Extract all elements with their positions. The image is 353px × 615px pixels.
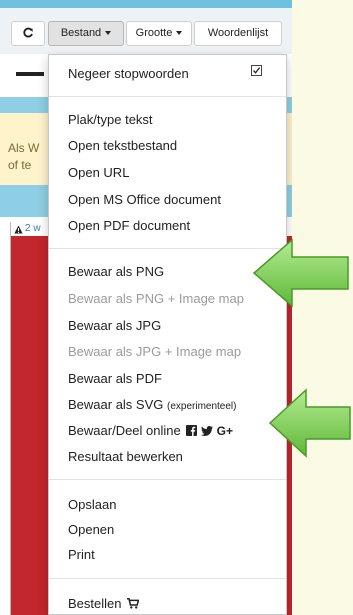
menu-item-bewaar-jpg[interactable]: Bewaar als JPG [68,318,161,333]
menu-item-bestellen[interactable]: Bestellen [68,596,140,611]
warning-icon [14,225,23,234]
woordenlijst-label: Woordenlijst [207,27,269,39]
menu-divider [49,479,286,480]
grootte-menu-button[interactable]: Grootte [126,21,192,46]
menu-item-open-ms-office[interactable]: Open MS Office document [68,192,221,207]
menu-item-bewaar-png-imagemap: Bewaar als PNG + Image map [68,291,244,306]
grootte-label: Grootte [135,27,173,39]
menu-item-bewaar-svg[interactable]: Bewaar als SVG (experimenteel) [68,397,236,414]
menu-divider [49,96,286,97]
collapsed-bar-indicator [16,72,44,76]
refresh-icon [23,27,33,38]
menu-item-open-tekstbestand[interactable]: Open tekstbestand [68,138,177,153]
menu-item-resultaat-bewerken[interactable]: Resultaat bewerken [68,449,183,464]
menu-item-bewaar-deel-online[interactable]: Bewaar/Deel online G+ [68,423,233,439]
menu-item-opslaan[interactable]: Opslaan [68,497,116,512]
bestellen-label: Bestellen [68,596,122,611]
menu-divider [49,248,286,249]
svg-experimental-note: (experimenteel) [167,401,237,412]
notice-line-1: Als W [8,141,40,155]
refresh-button[interactable] [11,21,45,46]
stopwoorden-checkbox[interactable] [251,65,262,76]
top-strip [0,0,292,8]
chevron-down-icon [176,31,183,36]
facebook-icon [186,425,198,436]
stopwoorden-label: Negeer stopwoorden [68,66,189,81]
menu-item-plak-type-tekst[interactable]: Plak/type tekst [68,112,153,127]
online-label: Bewaar/Deel online [68,423,181,438]
woordenlijst-button[interactable]: Woordenlijst [194,21,282,46]
green-arrow-pointer [268,388,351,458]
menu-item-bewaar-png[interactable]: Bewaar als PNG [68,264,164,279]
green-arrow-pointer [252,238,349,308]
menu-item-print[interactable]: Print [68,547,95,562]
warning-text: 2 w [25,223,41,234]
menu-item-openen[interactable]: Openen [68,522,114,537]
menu-item-bewaar-jpg-imagemap: Bewaar als JPG + Image map [68,344,242,359]
svg-label: Bewaar als SVG [68,397,164,412]
app-window: Bestand Grootte Woordenlijst Als W of te… [0,0,292,615]
twitter-icon [200,426,213,436]
google-plus-icon: G+ [216,424,233,438]
menu-item-open-url[interactable]: Open URL [68,165,129,180]
menu-divider [49,578,286,579]
cart-icon [127,598,140,609]
notice-line-2: of te [8,158,32,172]
check-icon [253,67,261,74]
menu-item-open-pdf[interactable]: Open PDF document [68,218,190,233]
bestand-menu-button[interactable]: Bestand [48,21,124,46]
bestand-dropdown-menu: Negeer stopwoorden Plak/type tekst Open … [48,54,287,615]
menu-item-negeer-stopwoorden[interactable]: Negeer stopwoorden [68,66,189,81]
menu-item-bewaar-pdf[interactable]: Bewaar als PDF [68,371,162,386]
bestand-label: Bestand [60,27,102,39]
chevron-down-icon [105,31,112,36]
